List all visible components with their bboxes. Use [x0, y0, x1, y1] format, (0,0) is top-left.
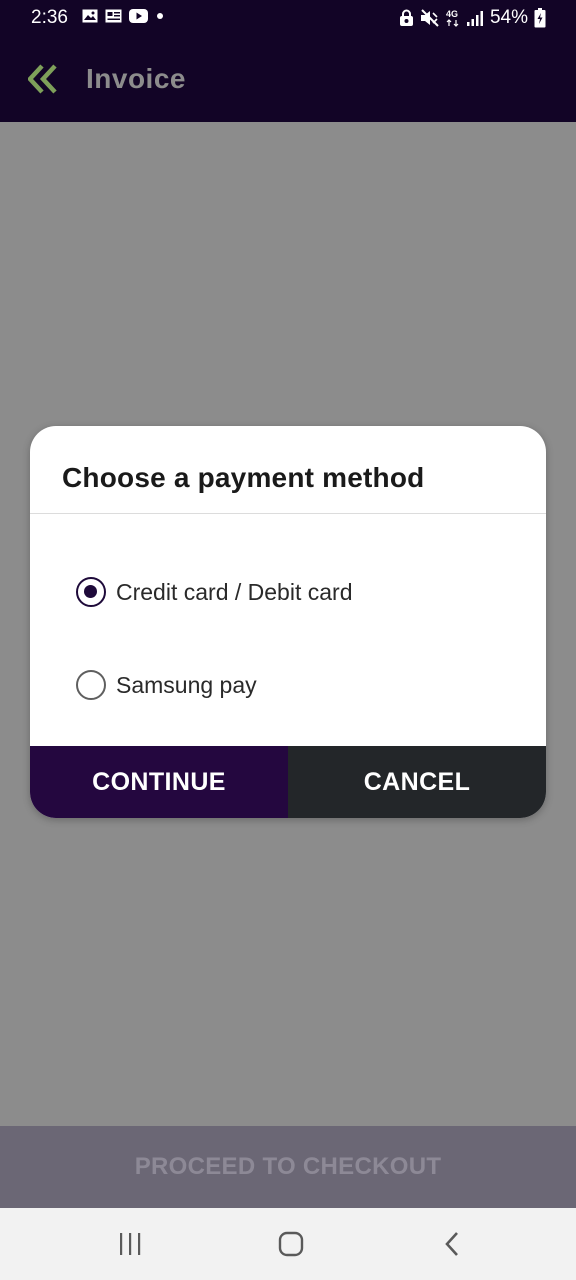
status-bar: 2:36 4G 54% — [0, 0, 576, 36]
system-nav-bar — [0, 1208, 576, 1280]
battery-percent: 54% — [489, 7, 528, 28]
news-icon — [105, 9, 122, 23]
radio-selected-icon[interactable] — [76, 577, 106, 607]
svg-text:4G: 4G — [446, 9, 458, 19]
option-credit-card[interactable]: Credit card / Debit card — [76, 577, 352, 607]
home-icon[interactable] — [277, 1230, 305, 1258]
dialog-title: Choose a payment method — [62, 462, 425, 493]
cancel-button[interactable]: CANCEL — [288, 746, 546, 818]
status-time: 2:36 — [31, 7, 68, 28]
app-bar: Invoice — [0, 36, 576, 122]
mute-icon — [420, 9, 439, 27]
dialog-divider — [30, 513, 546, 514]
status-right: 4G 54% — [399, 7, 546, 29]
status-left-icons — [82, 9, 165, 23]
network-4g-icon: 4G — [446, 9, 459, 27]
recent-apps-icon[interactable] — [117, 1230, 143, 1258]
gallery-icon — [82, 9, 98, 23]
youtube-icon — [129, 9, 148, 23]
page-title: Invoice — [86, 63, 186, 94]
continue-button[interactable]: CONTINUE — [30, 746, 288, 818]
option-samsung-pay-label: Samsung pay — [116, 671, 257, 698]
nav-back-icon[interactable] — [440, 1230, 466, 1258]
checkout-label: PROCEED TO CHECKOUT — [134, 1153, 442, 1180]
option-samsung-pay[interactable]: Samsung pay — [76, 670, 257, 700]
option-credit-card-label: Credit card / Debit card — [116, 578, 353, 605]
battery-icon — [534, 8, 546, 28]
proceed-to-checkout-button[interactable]: PROCEED TO CHECKOUT — [0, 1126, 576, 1208]
signal-icon — [466, 11, 483, 26]
payment-method-dialog: Choose a payment method Credit card / De… — [30, 426, 546, 818]
lock-icon — [399, 9, 413, 26]
dot-icon — [157, 13, 163, 19]
radio-unselected-icon[interactable] — [76, 670, 106, 700]
dialog-button-row: CONTINUE CANCEL — [30, 746, 546, 818]
double-chevron-left-icon[interactable] — [28, 64, 60, 94]
